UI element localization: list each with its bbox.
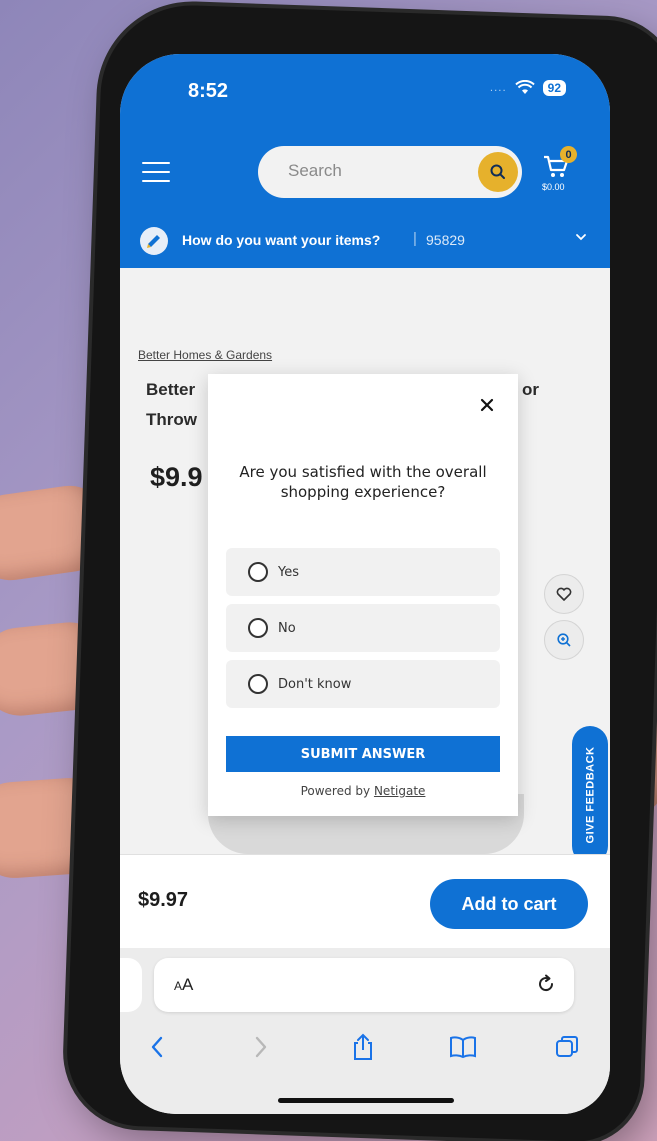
delivery-separator: | — [413, 230, 417, 247]
tabs-icon — [556, 1036, 578, 1057]
phone-screen: 8:52 .... 92 Search 0 $0.00 How do you w… — [120, 54, 610, 1114]
zoom-button[interactable] — [544, 620, 584, 660]
radio-button[interactable] — [248, 674, 268, 694]
search-button[interactable] — [478, 152, 518, 192]
address-bar[interactable]: AA — [154, 958, 574, 1012]
option-yes[interactable]: Yes — [226, 548, 500, 596]
share-button[interactable] — [348, 1032, 378, 1062]
favorite-button[interactable] — [544, 574, 584, 614]
cart-count-badge: 0 — [560, 146, 577, 163]
search-placeholder: Search — [288, 161, 342, 180]
survey-modal: Are you satisfied with the overall shopp… — [208, 374, 518, 816]
product-title-fragment: Better — [146, 380, 196, 399]
option-no[interactable]: No — [226, 604, 500, 652]
cart-button[interactable]: 0 $0.00 — [540, 146, 580, 194]
powered-by-prefix: Powered by — [300, 784, 371, 798]
chevron-left-icon — [151, 1036, 163, 1058]
footer-price: $9.97 — [138, 889, 189, 911]
chevron-right-icon — [255, 1036, 267, 1058]
delivery-zip: 95829 — [426, 232, 465, 248]
heart-icon — [556, 587, 572, 601]
book-icon — [450, 1036, 476, 1059]
product-title-fragment: or — [522, 380, 539, 399]
delivery-icon — [140, 227, 168, 255]
submit-answer-button[interactable]: SUBMIT ANSWER — [226, 736, 500, 772]
status-time: 8:52 — [188, 80, 229, 102]
netigate-link[interactable]: Netigate — [374, 784, 425, 798]
add-to-cart-button[interactable]: Add to cart — [430, 879, 588, 929]
status-icons: .... 92 — [490, 80, 566, 96]
search-icon — [490, 164, 505, 179]
delivery-question: How do you want your items? — [182, 232, 381, 248]
option-label: Don't know — [278, 676, 352, 692]
radio-button[interactable] — [248, 562, 268, 582]
aa-small: A — [174, 979, 183, 993]
reader-settings-button[interactable]: AA — [174, 975, 193, 995]
brand-link[interactable]: Better Homes & Gardens — [138, 348, 272, 362]
menu-icon[interactable] — [142, 162, 170, 189]
chevron-down-icon — [576, 234, 586, 241]
bookmarks-button[interactable] — [448, 1032, 478, 1062]
product-price: $9.9 — [150, 462, 203, 492]
browser-toolbar: AA — [120, 948, 610, 1114]
battery-indicator: 92 — [542, 80, 566, 96]
delivery-selector[interactable]: How do you want your items? | 95829 — [120, 214, 610, 268]
sticky-cart-bar: $9.97 Add to cart — [120, 854, 610, 948]
zoom-in-icon — [557, 633, 571, 647]
reload-icon[interactable] — [534, 972, 558, 996]
tabs-button[interactable] — [552, 1032, 582, 1062]
app-header: 8:52 .... 92 Search 0 $0.00 How do you w… — [120, 54, 610, 268]
close-icon[interactable] — [476, 394, 498, 416]
option-label: Yes — [278, 564, 299, 580]
signal-icon: .... — [489, 82, 507, 94]
option-dont-know[interactable]: Don't know — [226, 660, 500, 708]
forward-button[interactable] — [246, 1032, 276, 1062]
survey-question: Are you satisfied with the overall shopp… — [239, 463, 487, 501]
product-title-fragment: Throw — [146, 410, 197, 429]
cart-total: $0.00 — [542, 182, 565, 192]
wifi-icon — [514, 80, 535, 94]
give-feedback-tab[interactable]: GIVE FEEDBACK — [572, 726, 608, 864]
aa-large: A — [182, 975, 194, 994]
back-button[interactable] — [142, 1032, 172, 1062]
option-label: No — [278, 620, 296, 636]
give-feedback-label: GIVE FEEDBACK — [584, 746, 596, 844]
previous-tab-edge[interactable] — [120, 958, 142, 1012]
powered-by: Powered by Netigate — [208, 784, 518, 798]
home-indicator[interactable] — [278, 1098, 454, 1103]
radio-button[interactable] — [248, 618, 268, 638]
search-input[interactable]: Search — [258, 146, 522, 198]
share-icon — [354, 1033, 372, 1060]
